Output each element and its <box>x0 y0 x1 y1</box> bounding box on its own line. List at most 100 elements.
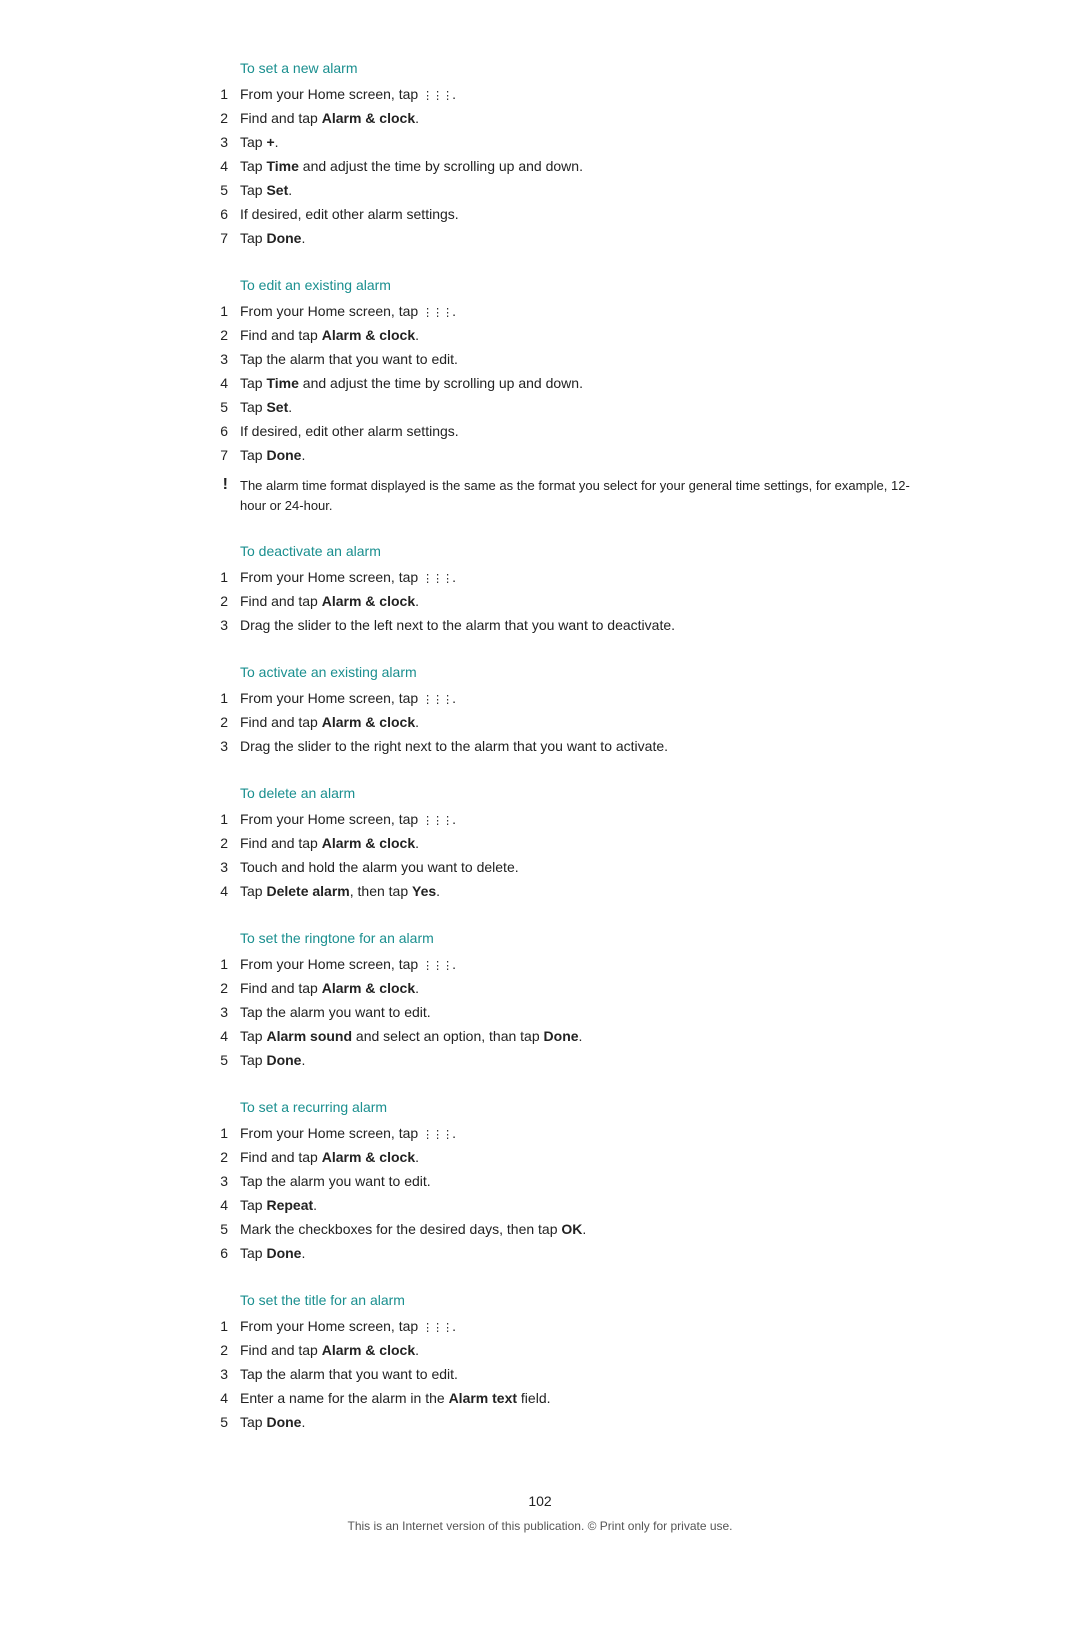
section-title-set-title-alarm: To set the title for an alarm <box>240 1292 920 1308</box>
step-number: 3 <box>200 615 240 636</box>
step-number: 2 <box>200 978 240 999</box>
step-number: 2 <box>200 1147 240 1168</box>
section-edit-existing-alarm: To edit an existing alarm1From your Home… <box>160 277 920 515</box>
step-item: 2Find and tap Alarm & clock. <box>200 712 920 733</box>
step-number: 4 <box>200 1026 240 1047</box>
step-item: 3Tap the alarm that you want to edit. <box>200 349 920 370</box>
section-set-ringtone: To set the ringtone for an alarm 1From yo… <box>160 930 920 1071</box>
step-text: Find and tap Alarm & clock. <box>240 978 920 999</box>
step-number: 3 <box>200 349 240 370</box>
step-text: Enter a name for the alarm in the Alarm … <box>240 1388 920 1409</box>
section-title-set-recurring-alarm: To set a recurring alarm <box>240 1099 920 1115</box>
step-item: 2Find and tap Alarm & clock. <box>200 325 920 346</box>
step-number: 4 <box>200 156 240 177</box>
step-number: 6 <box>200 1243 240 1264</box>
step-number: 4 <box>200 373 240 394</box>
step-text: Find and tap Alarm & clock. <box>240 325 920 346</box>
step-list-edit-existing-alarm: 1From your Home screen, tap .2Find and t… <box>200 301 920 466</box>
step-item: 2Find and tap Alarm & clock. <box>200 591 920 612</box>
section-deactivate-alarm: To deactivate an alarm1From your Home sc… <box>160 543 920 636</box>
step-item: 3Tap the alarm you want to edit. <box>200 1002 920 1023</box>
step-number: 3 <box>200 1002 240 1023</box>
step-text: Tap Done. <box>240 1243 920 1264</box>
step-number: 2 <box>200 325 240 346</box>
step-text: From your Home screen, tap . <box>240 1316 920 1337</box>
step-text: Tap Done. <box>240 228 920 249</box>
step-number: 7 <box>200 445 240 466</box>
step-text: Tap the alarm you want to edit. <box>240 1002 920 1023</box>
step-text: Drag the slider to the right next to the… <box>240 736 920 757</box>
note-block: !The alarm time format displayed is the … <box>200 476 920 515</box>
step-number: 3 <box>200 736 240 757</box>
step-item: 1From your Home screen, tap . <box>200 84 920 105</box>
step-item: 3Drag the slider to the right next to th… <box>200 736 920 757</box>
step-number: 7 <box>200 228 240 249</box>
step-number: 1 <box>200 301 240 322</box>
section-title-edit-existing-alarm: To edit an existing alarm <box>240 277 920 293</box>
step-item: 1From your Home screen, tap . <box>200 1123 920 1144</box>
page-container: To set a new alarm1From your Home screen… <box>160 0 920 1633</box>
step-text: Find and tap Alarm & clock. <box>240 591 920 612</box>
step-text: Drag the slider to the left next to the … <box>240 615 920 636</box>
step-item: 1From your Home screen, tap . <box>200 567 920 588</box>
step-text: Tap Delete alarm, then tap Yes. <box>240 881 920 902</box>
section-title-deactivate-alarm: To deactivate an alarm <box>240 543 920 559</box>
step-number: 2 <box>200 591 240 612</box>
step-item: 1From your Home screen, tap . <box>200 954 920 975</box>
step-text: Tap the alarm that you want to edit. <box>240 1364 920 1385</box>
step-number: 4 <box>200 881 240 902</box>
step-item: 3Drag the slider to the left next to the… <box>200 615 920 636</box>
step-number: 5 <box>200 1219 240 1240</box>
step-number: 2 <box>200 833 240 854</box>
step-item: 4Tap Repeat. <box>200 1195 920 1216</box>
step-text: Find and tap Alarm & clock. <box>240 833 920 854</box>
step-number: 3 <box>200 1171 240 1192</box>
step-number: 1 <box>200 1123 240 1144</box>
step-number: 5 <box>200 397 240 418</box>
step-number: 6 <box>200 421 240 442</box>
footer-note: This is an Internet version of this publ… <box>347 1519 732 1533</box>
step-item: 4Tap Time and adjust the time by scrolli… <box>200 156 920 177</box>
step-number: 1 <box>200 1316 240 1337</box>
note-text: The alarm time format displayed is the s… <box>240 476 920 515</box>
step-text: Find and tap Alarm & clock. <box>240 1147 920 1168</box>
step-text: From your Home screen, tap . <box>240 688 920 709</box>
step-text: If desired, edit other alarm settings. <box>240 204 920 225</box>
step-text: Tap Done. <box>240 1050 920 1071</box>
section-set-title-alarm: To set the title for an alarm1From your … <box>160 1292 920 1433</box>
step-number: 5 <box>200 180 240 201</box>
section-activate-existing-alarm: To activate an existing alarm1From your … <box>160 664 920 757</box>
step-number: 1 <box>200 84 240 105</box>
step-item: 3Tap +. <box>200 132 920 153</box>
step-text: Tap Alarm sound and select an option, th… <box>240 1026 920 1047</box>
step-number: 3 <box>200 857 240 878</box>
step-item: 4Tap Delete alarm, then tap Yes. <box>200 881 920 902</box>
step-item: 1From your Home screen, tap . <box>200 688 920 709</box>
section-set-new-alarm: To set a new alarm1From your Home screen… <box>160 60 920 249</box>
step-text: If desired, edit other alarm settings. <box>240 421 920 442</box>
section-delete-alarm: To delete an alarm1From your Home screen… <box>160 785 920 902</box>
step-number: 3 <box>200 132 240 153</box>
step-text: Tap Done. <box>240 445 920 466</box>
step-item: 4Tap Alarm sound and select an option, t… <box>200 1026 920 1047</box>
step-number: 1 <box>200 567 240 588</box>
step-number: 6 <box>200 204 240 225</box>
step-item: 2Find and tap Alarm & clock. <box>200 1147 920 1168</box>
section-title-set-ringtone: To set the ringtone for an alarm <box>240 930 920 946</box>
section-title-delete-alarm: To delete an alarm <box>240 785 920 801</box>
step-item: 4Enter a name for the alarm in the Alarm… <box>200 1388 920 1409</box>
step-text: Mark the checkboxes for the desired days… <box>240 1219 920 1240</box>
step-list-set-title-alarm: 1From your Home screen, tap .2Find and t… <box>200 1316 920 1433</box>
step-number: 4 <box>200 1195 240 1216</box>
step-text: Tap the alarm that you want to edit. <box>240 349 920 370</box>
step-text: From your Home screen, tap . <box>240 84 920 105</box>
step-text: Tap +. <box>240 132 920 153</box>
step-item: 5Tap Done. <box>200 1412 920 1433</box>
step-item: 5Tap Set. <box>200 397 920 418</box>
step-list-set-new-alarm: 1From your Home screen, tap . 2Find and t… <box>200 84 920 249</box>
step-text: From your Home screen, tap . <box>240 567 920 588</box>
step-list-set-ringtone: 1From your Home screen, tap . 2Find and t… <box>200 954 920 1071</box>
step-text: From your Home screen, tap . <box>240 301 920 322</box>
step-list-activate-existing-alarm: 1From your Home screen, tap . 2Find and t… <box>200 688 920 757</box>
step-item: 2Find and tap Alarm & clock. <box>200 108 920 129</box>
